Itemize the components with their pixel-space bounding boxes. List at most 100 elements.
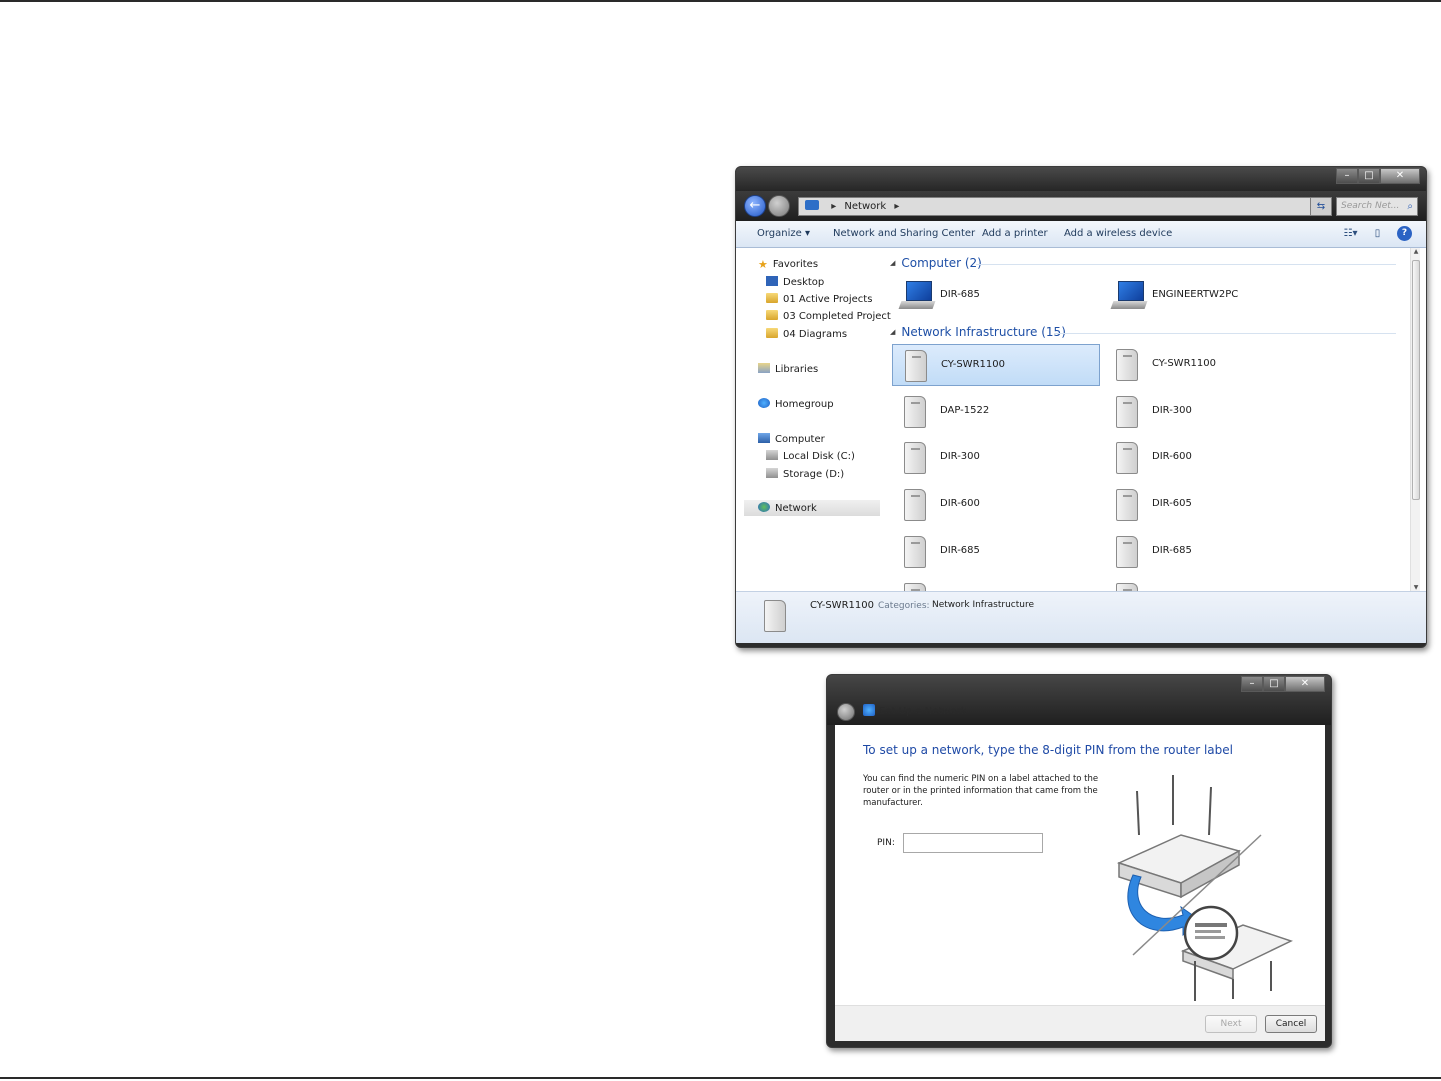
- nav-favorites[interactable]: ★ Favorites: [758, 258, 818, 271]
- star-icon: ★: [758, 258, 768, 271]
- router-illustration: [1116, 775, 1293, 1001]
- details-categories-label: Categories:: [878, 601, 930, 611]
- search-input[interactable]: Search Net... ⌕: [1336, 197, 1418, 216]
- device-tile[interactable]: CY-SWR1100: [1104, 344, 1312, 386]
- maximize-button[interactable]: □: [1263, 676, 1285, 692]
- group-label: Computer (2): [901, 256, 982, 270]
- help-icon[interactable]: ?: [1397, 226, 1412, 241]
- add-printer-button[interactable]: Add a printer: [982, 228, 1048, 239]
- dialog-heading: To set up a network, type the 8-digit PI…: [863, 743, 1233, 757]
- nav-label: Homegroup: [775, 399, 834, 410]
- dialog-description: You can find the numeric PIN on a label …: [863, 774, 1099, 808]
- tile-label: DIR-685: [940, 545, 980, 556]
- collapse-triangle-icon[interactable]: ◢: [890, 328, 895, 336]
- network-setup-icon: [863, 704, 875, 716]
- cancel-button[interactable]: Cancel: [1265, 1015, 1317, 1033]
- desktop-icon: [766, 276, 778, 286]
- content-pane: ◢ Computer (2) DIR-685 ENGINEERTW2PC ◢ Net…: [886, 248, 1406, 591]
- network-device-icon: [1116, 349, 1138, 381]
- disk-icon: [766, 450, 778, 460]
- device-tile-selected[interactable]: CY-SWR1100: [892, 344, 1100, 386]
- pin-label: PIN:: [877, 838, 895, 848]
- dialog-footer: Next Cancel: [835, 1005, 1325, 1041]
- close-button[interactable]: ✕: [1285, 676, 1325, 692]
- nav-active-projects[interactable]: 01 Active Projects: [766, 293, 872, 305]
- nav-libraries[interactable]: Libraries: [758, 363, 818, 375]
- nav-completed-project[interactable]: 03 Completed Project: [766, 310, 891, 322]
- device-tile[interactable]: DIR-600: [892, 484, 1100, 526]
- nav-homegroup[interactable]: Homegroup: [758, 398, 834, 410]
- nav-label: Storage (D:): [783, 469, 845, 480]
- nav-local-disk[interactable]: Local Disk (C:): [766, 450, 855, 462]
- network-device-icon: [764, 600, 786, 632]
- organize-button[interactable]: Organize ▾: [757, 228, 810, 239]
- back-arrow-icon: ←: [749, 198, 761, 213]
- scroll-thumb[interactable]: [1412, 260, 1420, 500]
- group-infrastructure-header[interactable]: ◢ Network Infrastructure (15): [890, 325, 1066, 339]
- network-device-icon: [1116, 396, 1138, 428]
- scroll-up-icon[interactable]: ▲: [1412, 248, 1420, 255]
- explorer-body: ★ Favorites Desktop 01 Active Projects 03…: [736, 248, 1426, 591]
- network-device-icon: [904, 536, 926, 568]
- view-options-icon[interactable]: ☷▾: [1343, 226, 1358, 241]
- maximize-button[interactable]: □: [1358, 168, 1380, 184]
- explorer-titlebar: – □ ✕: [736, 167, 1426, 191]
- device-tile[interactable]: DIR-300: [892, 437, 1100, 479]
- refresh-button[interactable]: ⇆: [1310, 197, 1332, 216]
- vertical-scrollbar[interactable]: ▲ ▼: [1410, 248, 1420, 591]
- breadcrumb-network[interactable]: Network: [844, 201, 886, 212]
- nav-label: Network: [775, 503, 817, 514]
- dialog-title-text: Set Up a Network: [879, 706, 967, 717]
- folder-icon: [766, 328, 778, 338]
- address-field[interactable]: ▸ Network ▸ ▼: [798, 197, 1330, 216]
- network-sharing-center-button[interactable]: Network and Sharing Center: [833, 228, 975, 239]
- homegroup-icon: [758, 398, 770, 408]
- computer-tile[interactable]: DIR-685: [892, 275, 1100, 317]
- minimize-button[interactable]: –: [1241, 676, 1263, 692]
- network-device-icon: [904, 583, 926, 591]
- tile-label: CY-SWR1100: [941, 359, 1005, 370]
- next-button[interactable]: Next: [1205, 1015, 1257, 1033]
- nav-diagrams[interactable]: 04 Diagrams: [766, 328, 847, 340]
- nav-label: Desktop: [783, 277, 825, 288]
- device-tile-partial[interactable]: [1104, 578, 1312, 591]
- device-tile[interactable]: DIR-300: [1104, 391, 1312, 433]
- pin-input[interactable]: [903, 833, 1043, 853]
- device-tile[interactable]: DIR-600: [1104, 437, 1312, 479]
- back-button[interactable]: [837, 703, 855, 721]
- nav-label: Libraries: [775, 364, 819, 375]
- tile-label: ENGINEERTW2PC: [1152, 289, 1239, 300]
- computer-tile[interactable]: ENGINEERTW2PC: [1104, 275, 1312, 317]
- device-tile[interactable]: DIR-685: [892, 531, 1100, 573]
- close-button[interactable]: ✕: [1380, 168, 1420, 184]
- nav-network[interactable]: Network: [758, 502, 817, 514]
- details-pane: CY-SWR1100 Categories: Network Infrastru…: [736, 591, 1426, 643]
- search-icon[interactable]: ⌕: [1407, 198, 1413, 215]
- router-bottom-icon: [1180, 905, 1293, 1001]
- nav-storage[interactable]: Storage (D:): [766, 468, 844, 480]
- breadcrumb-separator: ▸: [831, 201, 837, 212]
- collapse-triangle-icon[interactable]: ◢: [890, 259, 895, 267]
- minimize-button[interactable]: –: [1336, 168, 1358, 184]
- preview-pane-icon[interactable]: ▯: [1370, 226, 1385, 241]
- scroll-down-icon[interactable]: ▼: [1412, 584, 1420, 591]
- breadcrumb-separator: ▸: [894, 201, 900, 212]
- network-device-icon: [905, 350, 927, 382]
- nav-computer[interactable]: Computer: [758, 433, 825, 445]
- tile-label: DIR-600: [1152, 451, 1192, 462]
- group-computer-header[interactable]: ◢ Computer (2): [890, 256, 982, 270]
- device-tile[interactable]: DIR-685: [1104, 531, 1312, 573]
- device-tile[interactable]: DIR-605: [1104, 484, 1312, 526]
- device-tile-partial[interactable]: [892, 578, 1100, 591]
- nav-label: Computer: [775, 434, 825, 445]
- add-wireless-device-button[interactable]: Add a wireless device: [1064, 228, 1172, 239]
- top-rule: [0, 0, 1441, 2]
- device-tile[interactable]: DAP-1522: [892, 391, 1100, 433]
- dialog-title: Set Up a Network: [863, 704, 967, 717]
- nav-desktop[interactable]: Desktop: [766, 276, 824, 288]
- forward-button[interactable]: [768, 195, 790, 217]
- network-device-icon: [1116, 583, 1138, 591]
- back-button[interactable]: ←: [744, 195, 766, 217]
- explorer-window-controls: – □ ✕: [1336, 168, 1420, 184]
- refresh-icon: ⇆: [1316, 201, 1326, 212]
